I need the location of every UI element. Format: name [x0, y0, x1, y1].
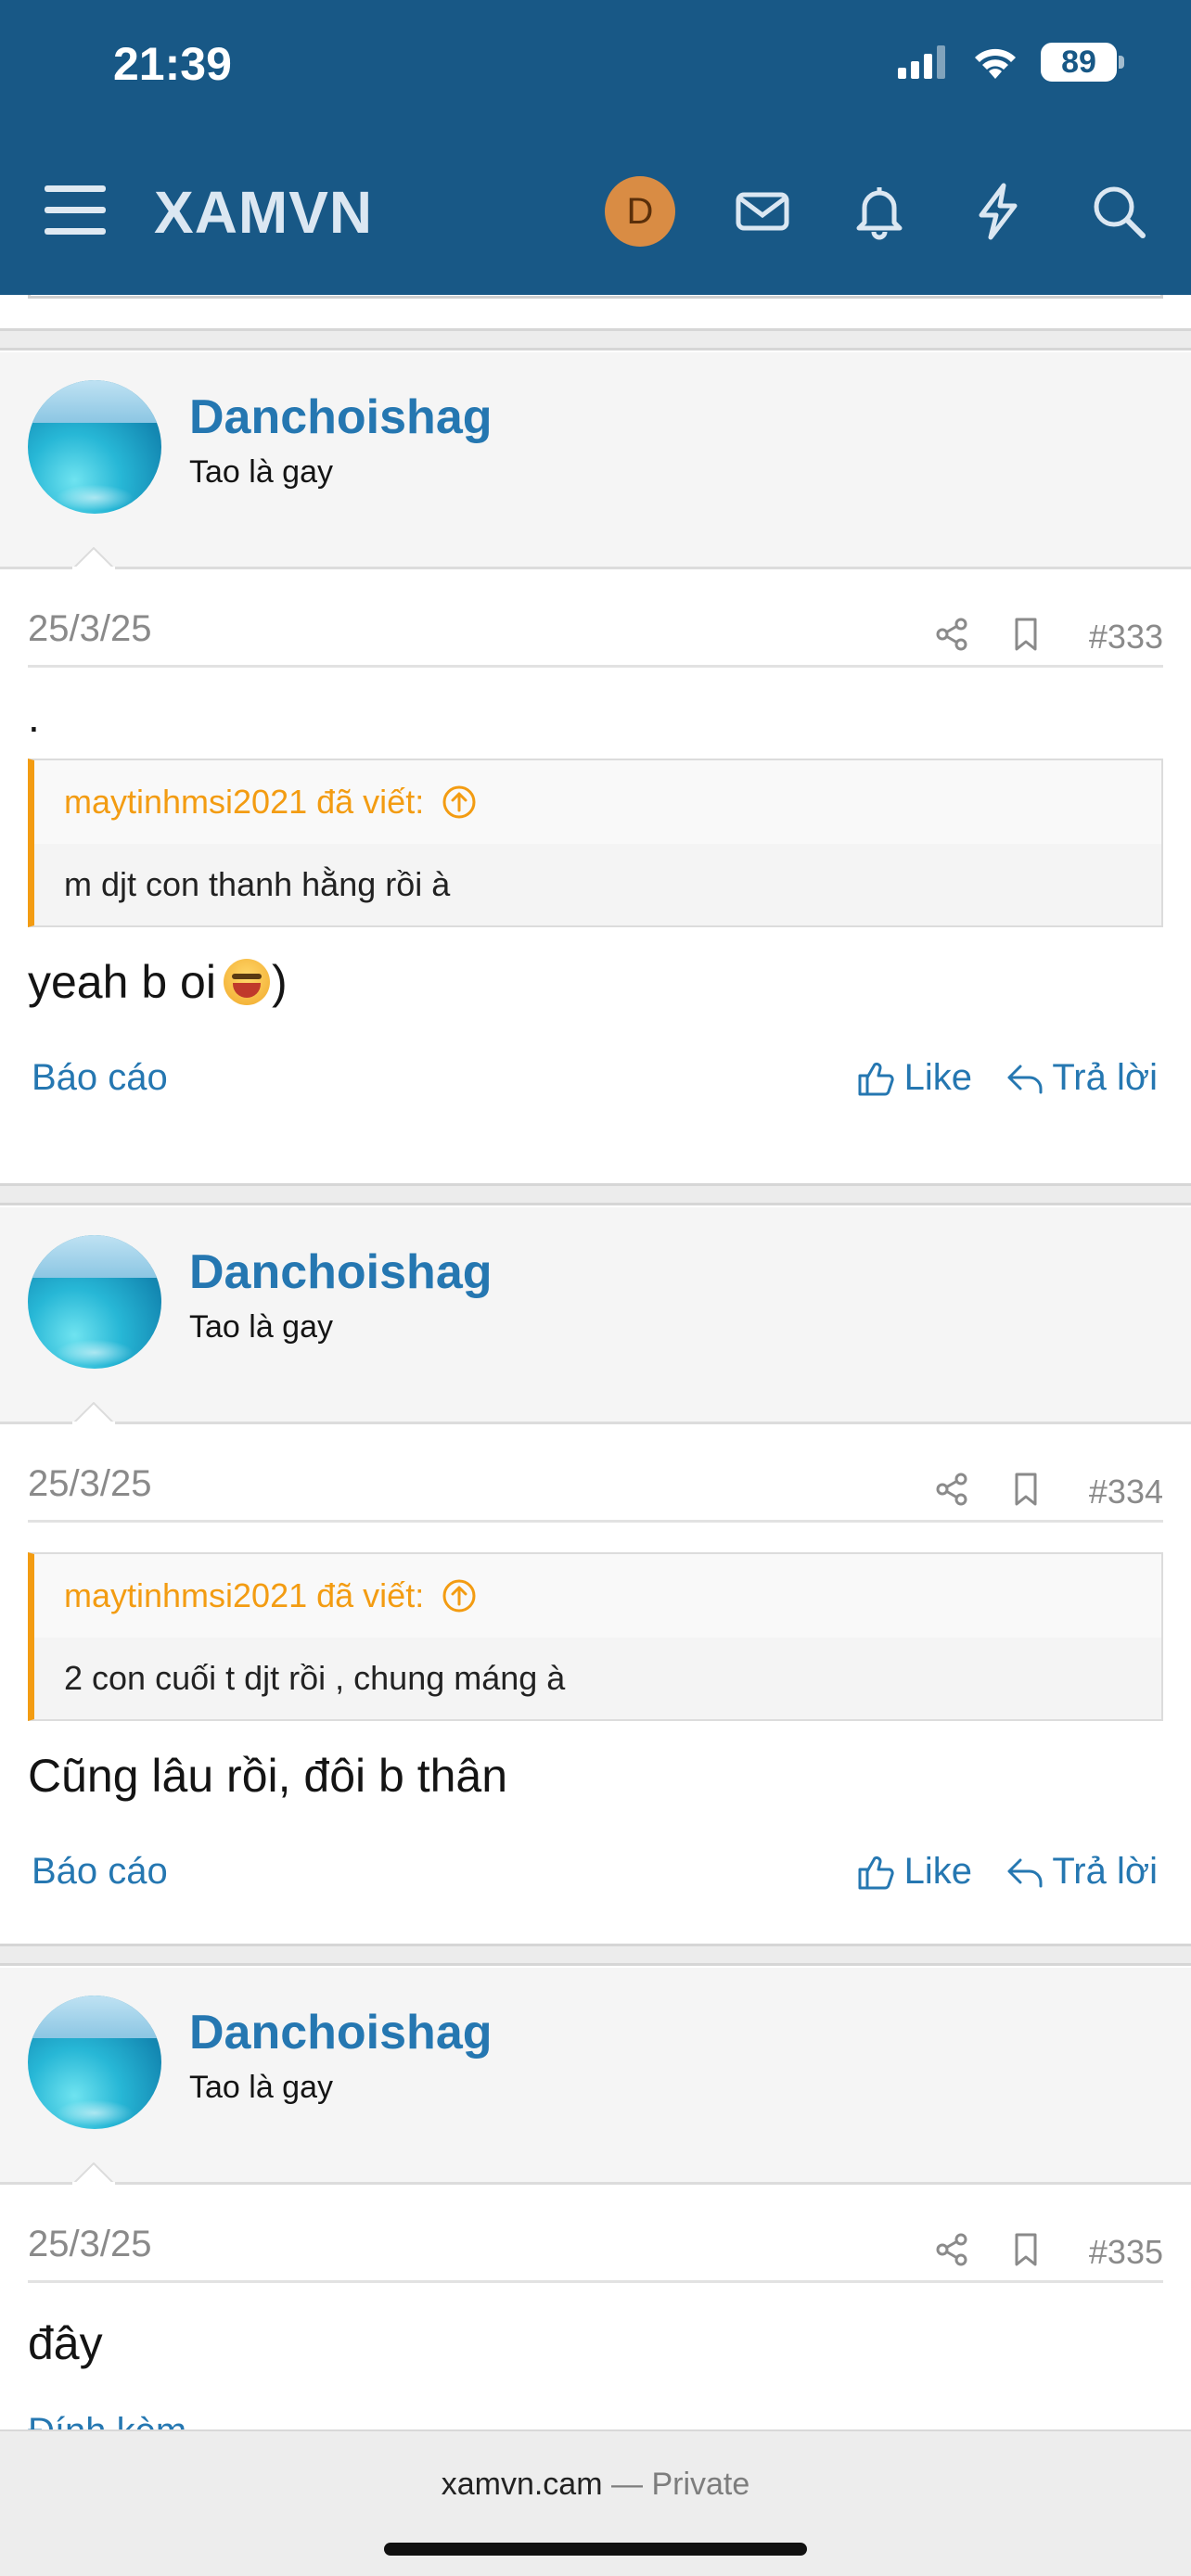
quote-header[interactable]: maytinhmsi2021 đã viết: — [34, 760, 1161, 844]
post-separator — [0, 1183, 1191, 1205]
address-bar[interactable]: xamvn.cam — Private — [0, 2467, 1191, 2503]
like-button[interactable]: Like — [856, 1851, 972, 1893]
quote-block: maytinhmsi2021 đã viết: m djt con thanh … — [28, 759, 1163, 927]
post-334: Danchoishag Tao là gay 25/3/25 #334 mayt… — [0, 1207, 1191, 1918]
share-icon[interactable] — [933, 616, 970, 653]
signal-icon — [898, 45, 945, 79]
avatar[interactable] — [28, 1996, 161, 2129]
message-suffix: ) — [271, 956, 288, 1008]
post-message: yeah b oi ) — [28, 955, 1163, 1009]
reply-button[interactable]: Trả lời — [1005, 1057, 1158, 1099]
home-indicator[interactable] — [384, 2543, 807, 2556]
post-meta: 25/3/25 #333 — [28, 569, 1163, 668]
user-block-arrow — [72, 1402, 115, 1424]
post-user-block: Danchoishag Tao là gay — [0, 352, 1191, 569]
message-text: Cũng lâu rồi, đôi b thân — [28, 1750, 508, 1802]
post-number[interactable]: #335 — [1089, 2233, 1163, 2272]
post-actions: Báo cáo Like Trả lời — [28, 1843, 1163, 1918]
reply-label: Trả lời — [1052, 1851, 1158, 1892]
quote-text: 2 con cuối t djt rồi , chung máng à — [34, 1638, 1161, 1719]
reply-label: Trả lời — [1052, 1057, 1158, 1098]
search-icon[interactable] — [1089, 182, 1148, 241]
browser-bottom-bar: xamvn.cam — Private — [0, 2429, 1191, 2576]
post-date[interactable]: 25/3/25 — [28, 2224, 151, 2265]
like-button[interactable]: Like — [856, 1057, 972, 1099]
arrow-up-circle-icon[interactable] — [441, 1577, 478, 1614]
nav-bar: XAMVN D — [0, 176, 1191, 250]
quote-block: maytinhmsi2021 đã viết: 2 con cuối t djt… — [28, 1552, 1163, 1721]
post-body: . maytinhmsi2021 đã viết: m djt con than… — [0, 692, 1191, 1124]
like-label: Like — [903, 1851, 972, 1892]
post-date[interactable]: 25/3/25 — [28, 608, 151, 650]
bookmark-icon[interactable] — [1007, 616, 1044, 653]
post-actions: Báo cáo Like Trả lời — [28, 1050, 1163, 1124]
bookmark-icon[interactable] — [1007, 2231, 1044, 2268]
battery-level: 89 — [1061, 44, 1096, 80]
arrow-up-circle-icon[interactable] — [441, 784, 478, 821]
post-body: đây — [0, 2316, 1191, 2370]
reply-button[interactable]: Trả lời — [1005, 1851, 1158, 1893]
laughing-emoji-icon — [223, 959, 270, 1005]
post-meta: 25/3/25 #335 — [28, 2185, 1163, 2283]
reply-icon — [1007, 1858, 1043, 1887]
lightning-icon[interactable] — [968, 182, 1028, 241]
share-icon[interactable] — [933, 1471, 970, 1508]
report-link[interactable]: Báo cáo — [32, 1057, 168, 1099]
url-separator: — — [602, 2467, 652, 2502]
top-header: 21:39 89 XAMVN D — [0, 0, 1191, 295]
post-number[interactable]: #333 — [1089, 618, 1163, 657]
site-logo[interactable]: XAMVN — [154, 178, 373, 247]
message-text: yeah b oi — [28, 956, 216, 1008]
wifi-icon — [975, 48, 1016, 79]
quote-author[interactable]: maytinhmsi2021 đã viết: — [64, 783, 424, 822]
user-title: Tao là gay — [189, 2070, 333, 2105]
bell-icon[interactable] — [850, 182, 909, 241]
user-avatar-button[interactable]: D — [605, 176, 675, 247]
report-link[interactable]: Báo cáo — [32, 1851, 168, 1893]
post-user-block: Danchoishag Tao là gay — [0, 1207, 1191, 1424]
like-label: Like — [903, 1057, 972, 1098]
post-body: maytinhmsi2021 đã viết: 2 con cuối t djt… — [0, 1552, 1191, 1918]
status-time: 21:39 — [113, 38, 232, 90]
username[interactable]: Danchoishag — [189, 2005, 493, 2060]
quote-text: m djt con thanh hằng rồi à — [34, 844, 1161, 925]
reply-icon — [1007, 1065, 1043, 1093]
username[interactable]: Danchoishag — [189, 389, 493, 445]
post-date[interactable]: 25/3/25 — [28, 1463, 151, 1505]
battery-indicator: 89 — [1041, 43, 1124, 82]
username[interactable]: Danchoishag — [189, 1244, 493, 1300]
quote-header[interactable]: maytinhmsi2021 đã viết: — [34, 1554, 1161, 1638]
post-leading-text: . — [28, 693, 40, 741]
post-333: Danchoishag Tao là gay 25/3/25 #333 . ma… — [0, 352, 1191, 1124]
quote-author[interactable]: maytinhmsi2021 đã viết: — [64, 1576, 424, 1615]
share-icon[interactable] — [933, 2231, 970, 2268]
post-separator — [0, 1944, 1191, 1966]
post-number[interactable]: #334 — [1089, 1473, 1163, 1511]
user-title: Tao là gay — [189, 1309, 333, 1345]
thumbs-up-icon — [858, 1855, 894, 1889]
mail-icon[interactable] — [733, 182, 792, 241]
post-meta: 25/3/25 #334 — [28, 1424, 1163, 1523]
message-text: đây — [28, 2317, 103, 2369]
avatar[interactable] — [28, 1235, 161, 1369]
post-separator — [0, 328, 1191, 351]
avatar[interactable] — [28, 380, 161, 514]
menu-icon[interactable] — [45, 185, 106, 237]
user-title: Tao là gay — [189, 454, 333, 490]
user-block-arrow — [72, 2162, 115, 2185]
bookmark-icon[interactable] — [1007, 1471, 1044, 1508]
thumbs-up-icon — [858, 1062, 894, 1095]
url-text: xamvn.cam — [441, 2467, 603, 2502]
post-user-block: Danchoishag Tao là gay — [0, 1968, 1191, 2185]
user-block-arrow — [72, 547, 115, 569]
post-335: Danchoishag Tao là gay 25/3/25 #335 đây — [0, 1968, 1191, 2370]
private-mode-label: Private — [651, 2467, 750, 2502]
post-message: đây — [28, 2316, 1163, 2370]
status-icons: 89 — [898, 43, 1124, 82]
post-message: Cũng lâu rồi, đôi b thân — [28, 1749, 1163, 1803]
